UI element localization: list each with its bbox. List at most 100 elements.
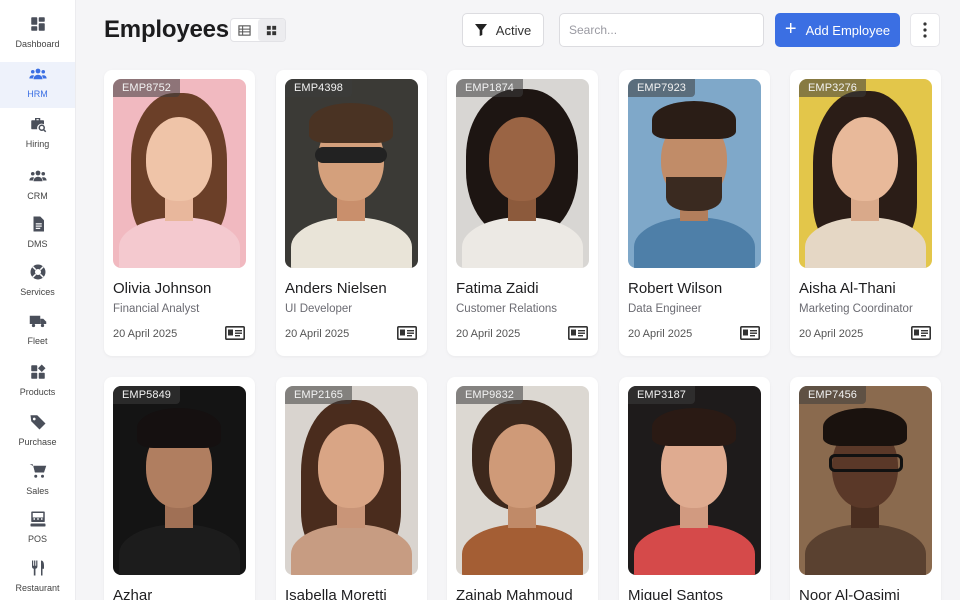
employee-card[interactable]: EMP2165 Isabella Moretti: [276, 377, 427, 600]
employee-card[interactable]: EMP3276 Aisha Al-Thani Marketing Coordin…: [790, 70, 941, 356]
view-toggle: [230, 18, 286, 42]
employee-name: Isabella Moretti: [285, 587, 387, 600]
employee-role: UI Developer: [285, 303, 353, 315]
employee-card[interactable]: EMP7456 Noor Al-Qasimi: [790, 377, 941, 600]
sidebar-item-fleet[interactable]: Fleet: [0, 309, 75, 355]
employee-card[interactable]: EMP5849 Azhar: [104, 377, 255, 600]
sidebar: Dashboard HRM Hiring CRM DMS Services Fl…: [0, 0, 76, 600]
employee-photo: EMP3187: [628, 386, 761, 575]
sidebar-item-dashboard[interactable]: Dashboard: [0, 12, 75, 58]
employee-card[interactable]: EMP3187 Miguel Santos: [619, 377, 770, 600]
employee-card[interactable]: EMP1874 Fatima Zaidi Customer Relations …: [447, 70, 598, 356]
employee-id-badge: EMP3187: [628, 386, 696, 404]
products-icon: [28, 362, 48, 382]
employee-join-date: 20 April 2025: [628, 328, 693, 340]
employee-role: Data Engineer: [628, 303, 702, 315]
briefcase-search-icon: [28, 114, 48, 134]
sidebar-item-hrm[interactable]: HRM: [0, 62, 75, 108]
grid-view-button[interactable]: [258, 19, 285, 41]
sidebar-item-crm[interactable]: CRM: [0, 164, 75, 210]
employee-card[interactable]: EMP9832 Zainab Mahmoud: [447, 377, 598, 600]
employee-id-badge: EMP5849: [113, 386, 181, 404]
employee-card[interactable]: EMP7923 Robert Wilson Data Engineer 20 A…: [619, 70, 770, 356]
employee-photo: EMP4398: [285, 79, 418, 268]
sidebar-item-label: Restaurant: [15, 583, 60, 593]
employee-name: Noor Al-Qasimi: [799, 587, 900, 600]
tag-icon: [28, 412, 48, 432]
add-employee-button[interactable]: + Add Employee: [775, 13, 900, 47]
grid-icon: [266, 25, 277, 35]
sidebar-item-purchase[interactable]: Purchase: [0, 410, 75, 456]
employee-id-badge: EMP8752: [113, 79, 181, 97]
employee-name: Aisha Al-Thani: [799, 280, 896, 297]
employee-photo: EMP5849: [113, 386, 246, 575]
sidebar-item-hiring[interactable]: Hiring: [0, 112, 75, 158]
cart-icon: [28, 461, 48, 481]
id-card-icon[interactable]: [740, 326, 760, 340]
sidebar-item-label: Sales: [26, 486, 49, 496]
employee-photo: EMP7923: [628, 79, 761, 268]
search-input[interactable]: [559, 13, 764, 47]
employee-name: Robert Wilson: [628, 280, 723, 297]
sidebar-item-label: HRM: [27, 89, 48, 99]
employee-photo: EMP2165: [285, 386, 418, 575]
status-filter-button[interactable]: Active: [462, 13, 544, 47]
add-employee-label: Add Employee: [805, 22, 891, 38]
employee-join-date: 20 April 2025: [456, 328, 521, 340]
id-card-icon[interactable]: [568, 326, 588, 340]
sidebar-item-label: Purchase: [18, 437, 57, 447]
employee-role: Financial Analyst: [113, 303, 200, 315]
vertical-dots-icon: [923, 22, 927, 38]
fork-knife-icon: [28, 558, 48, 578]
id-card-icon[interactable]: [911, 326, 931, 340]
employee-role: Marketing Coordinator: [799, 303, 913, 315]
sidebar-item-label: Hiring: [25, 139, 50, 149]
sidebar-item-restaurant[interactable]: Restaurant: [0, 556, 75, 600]
plus-icon: +: [784, 18, 797, 40]
employee-photo: EMP8752: [113, 79, 246, 268]
pos-terminal-icon: [28, 509, 48, 529]
table-view-button[interactable]: [231, 19, 258, 41]
employee-card[interactable]: EMP8752 Olivia Johnson Financial Analyst…: [104, 70, 255, 356]
truck-icon: [28, 311, 48, 331]
sidebar-item-label: DMS: [27, 239, 48, 249]
support-icon: [28, 262, 48, 282]
employee-id-badge: EMP7923: [628, 79, 696, 97]
sidebar-item-sales[interactable]: Sales: [0, 459, 75, 505]
employee-join-date: 20 April 2025: [285, 328, 350, 340]
sidebar-item-label: POS: [27, 534, 47, 544]
sidebar-item-label: Fleet: [27, 336, 48, 346]
sidebar-item-products[interactable]: Products: [0, 360, 75, 406]
employee-role: Customer Relations: [456, 303, 557, 315]
employee-id-badge: EMP2165: [285, 386, 353, 404]
people-icon: [28, 64, 48, 84]
sidebar-item-dms[interactable]: DMS: [0, 212, 75, 258]
employee-name: Zainab Mahmoud: [456, 587, 573, 600]
employee-photo: EMP7456: [799, 386, 932, 575]
employee-id-badge: EMP4398: [285, 79, 353, 97]
sidebar-item-label: Products: [19, 387, 56, 397]
more-options-button[interactable]: [910, 13, 940, 47]
employee-photo: EMP9832: [456, 386, 589, 575]
employee-id-badge: EMP9832: [456, 386, 524, 404]
group-icon: [28, 166, 48, 186]
sidebar-item-label: Dashboard: [15, 39, 60, 49]
filter-label: Active: [495, 22, 532, 38]
id-card-icon[interactable]: [225, 326, 245, 340]
employee-name: Miguel Santos: [628, 587, 724, 600]
employee-name: Anders Nielsen: [285, 280, 387, 297]
employee-join-date: 20 April 2025: [113, 328, 178, 340]
sidebar-item-label: CRM: [27, 191, 48, 201]
employee-card[interactable]: EMP4398 Anders Nielsen UI Developer 20 A…: [276, 70, 427, 356]
employee-photo: EMP1874: [456, 79, 589, 268]
employee-id-badge: EMP7456: [799, 386, 867, 404]
page-title: Employees: [104, 16, 229, 43]
sidebar-item-label: Services: [20, 287, 55, 297]
sidebar-item-services[interactable]: Services: [0, 260, 75, 306]
employee-name: Olivia Johnson: [113, 280, 212, 297]
employee-join-date: 20 April 2025: [799, 328, 864, 340]
dashboard-icon: [28, 14, 48, 34]
id-card-icon[interactable]: [397, 326, 417, 340]
sidebar-item-pos[interactable]: POS: [0, 507, 75, 553]
employee-id-badge: EMP3276: [799, 79, 867, 97]
